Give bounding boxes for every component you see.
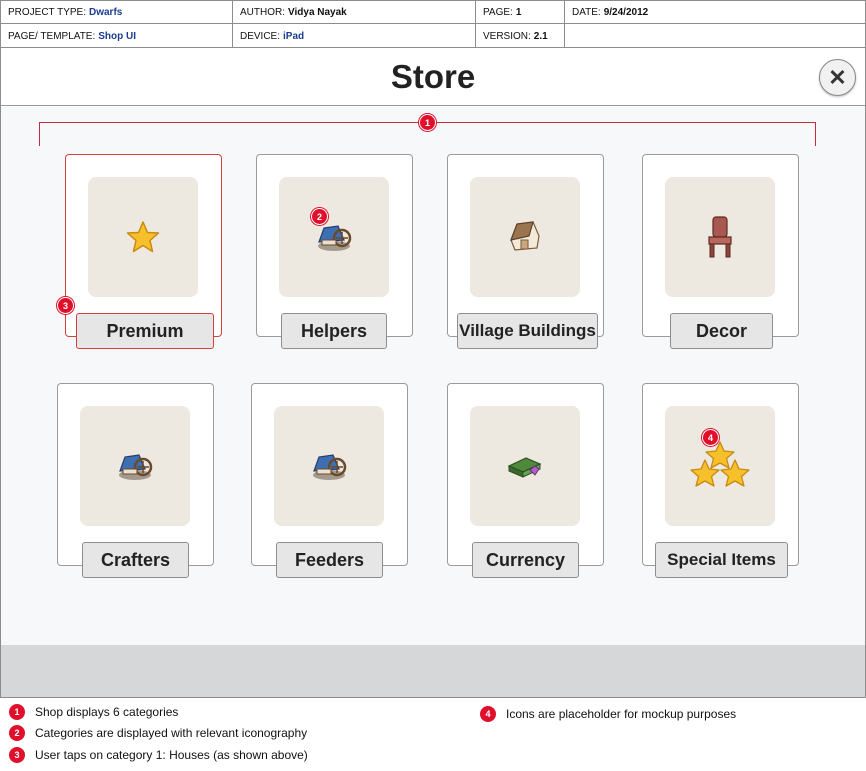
category-card-feeders[interactable]: Feeders (251, 383, 408, 578)
category-thumb (665, 177, 775, 297)
meta-page: PAGE: 1 (476, 1, 565, 23)
meta-template-label: PAGE/ TEMPLATE: (8, 30, 96, 42)
meta-author-label: AUTHOR: (240, 6, 285, 18)
legend-item-2: 2 Categories are displayed with relevant… (9, 725, 307, 741)
legend-item-1: 1 Shop displays 6 categories (9, 704, 178, 720)
category-card-premium[interactable]: Premium (65, 154, 222, 349)
legend-badge: 3 (9, 747, 25, 763)
hut-icon (510, 221, 540, 251)
meta-page-value: 1 (515, 6, 522, 18)
category-thumb (470, 177, 580, 297)
meta-page-label: PAGE: (483, 6, 513, 18)
meta-author: AUTHOR: Vidya Nayak (233, 1, 476, 23)
legend-text: User taps on category 1: Houses (as show… (35, 748, 308, 762)
chair-icon (708, 216, 732, 258)
money-stack-icon (507, 457, 542, 478)
annotation-badge-1: 1 (419, 114, 436, 131)
close-icon: ✕ (828, 64, 847, 90)
category-card-helpers[interactable]: Helpers (256, 154, 413, 349)
legend-item-4: 4 Icons are placeholder for mockup purpo… (480, 706, 736, 722)
meta-version: VERSION: 2.1 (476, 24, 565, 48)
legend-text: Shop displays 6 categories (35, 705, 179, 719)
legend-item-3: 3 User taps on category 1: Houses (as sh… (9, 747, 308, 763)
category-label: Feeders (276, 542, 383, 578)
store-footer-bar (1, 645, 865, 697)
project-meta-table: PROJECT TYPE: Dwarfs AUTHOR: Vidya Nayak… (0, 0, 866, 48)
category-label: Decor (670, 313, 773, 349)
annotation-badge-4: 4 (702, 429, 719, 446)
category-label: Crafters (82, 542, 189, 578)
meta-device-value: iPad (283, 30, 305, 42)
meta-device-label: DEVICE: (240, 30, 281, 42)
meta-empty (565, 24, 866, 48)
category-card-currency[interactable]: Currency (447, 383, 604, 578)
category-thumb (665, 406, 775, 526)
meta-date-value: 9/24/2012 (603, 6, 649, 18)
meta-project-type-value: Dwarfs (88, 6, 123, 18)
legend-badge: 1 (9, 704, 25, 720)
store-header: Store ✕ (1, 48, 865, 106)
category-label: Helpers (281, 313, 387, 349)
category-thumb (470, 406, 580, 526)
dwarf-cart-icon (318, 225, 352, 251)
meta-template-value: Shop UI (98, 30, 137, 42)
legend-text: Categories are displayed with relevant i… (35, 726, 308, 740)
category-card-decor[interactable]: Decor (642, 154, 799, 349)
meta-project-type-label: PROJECT TYPE: (8, 6, 86, 18)
legend-text: Icons are placeholder for mockup purpose… (506, 707, 737, 721)
dwarf-cart-icon (313, 454, 347, 480)
meta-row-1: PROJECT TYPE: Dwarfs AUTHOR: Vidya Nayak… (1, 1, 866, 24)
category-thumb (80, 406, 190, 526)
category-thumb (274, 406, 384, 526)
meta-row-2: PAGE/ TEMPLATE: Shop UI DEVICE: iPad VER… (1, 24, 866, 48)
category-thumb (279, 177, 389, 297)
meta-version-label: VERSION: (483, 30, 531, 42)
dwarf-cart-icon (119, 454, 153, 480)
category-thumb (88, 177, 198, 297)
star-icon (126, 221, 160, 253)
category-label: Premium (76, 313, 214, 349)
three-stars-icon (690, 441, 750, 487)
category-label: Currency (472, 542, 579, 578)
meta-version-value: 2.1 (533, 30, 548, 42)
meta-date: DATE: 9/24/2012 (565, 1, 866, 23)
annotation-badge-3: 3 (57, 297, 74, 314)
meta-date-label: DATE: (572, 6, 601, 18)
annotation-badge-2: 2 (311, 208, 328, 225)
category-card-village-buildings[interactable]: Village Buildings (447, 154, 604, 349)
meta-author-value: Vidya Nayak (288, 6, 347, 18)
legend-badge: 2 (9, 725, 25, 741)
category-label: Village Buildings (457, 313, 598, 349)
meta-template: PAGE/ TEMPLATE: Shop UI (1, 24, 233, 48)
meta-project-type: PROJECT TYPE: Dwarfs (1, 1, 233, 23)
page-title: Store (390, 58, 476, 95)
category-card-special-items[interactable]: Special Items (642, 383, 799, 578)
close-button[interactable]: ✕ (819, 59, 856, 96)
category-card-crafters[interactable]: Crafters (57, 383, 214, 578)
legend-badge: 4 (480, 706, 496, 722)
category-label: Special Items (655, 542, 788, 578)
meta-device: DEVICE: iPad (233, 24, 476, 48)
